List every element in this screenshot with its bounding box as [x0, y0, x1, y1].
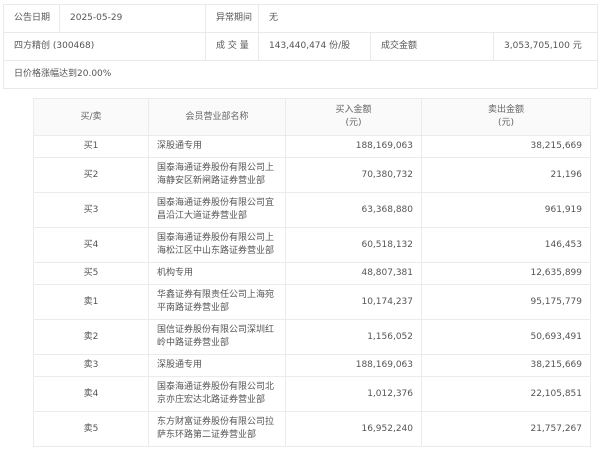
- branch-cell: 东方财富证券股份有限公司拉萨东环路第二证券营业部: [149, 412, 286, 447]
- header-buy-amount: 买入金额 (元): [286, 99, 422, 136]
- buy-amount-cell: 48,807,381: [286, 263, 422, 285]
- table-row: 买1 深股通专用 188,169,063 38,215,669: [34, 136, 591, 158]
- side-cell: 卖5: [34, 412, 149, 447]
- buy-amount-cell: 16,952,240: [286, 412, 422, 447]
- turnover-label: 成交金额: [371, 33, 494, 61]
- branch-cell: 国信证券股份有限公司深圳红岭中路证券营业部: [149, 320, 286, 355]
- stock-info-panel: 公告日期 2025-05-29 异常期间 无 四方精创 (300468) 成 交…: [3, 4, 597, 89]
- table-row: 买5 机构专用 48,807,381 12,635,899: [34, 263, 591, 285]
- table-row: 卖3 深股通专用 188,169,063 38,215,669: [34, 355, 591, 377]
- sell-amount-cell: 21,196: [422, 158, 591, 193]
- list-reason: 日价格涨幅达到20.00%: [4, 61, 598, 89]
- table-row: 卖2 国信证券股份有限公司深圳红岭中路证券营业部 1,156,052 50,69…: [34, 320, 591, 355]
- branch-cell: 国泰海通证券股份有限公司宜昌沿江大道证券营业部: [149, 193, 286, 228]
- buy-amount-cell: 188,169,063: [286, 136, 422, 158]
- volume-label: 成 交 量: [206, 33, 259, 61]
- table-row: 买2 国泰海通证券股份有限公司上海静安区新闸路证券营业部 70,380,732 …: [34, 158, 591, 193]
- side-cell: 卖4: [34, 377, 149, 412]
- info-row-date: 公告日期 2025-05-29 异常期间 无: [4, 5, 598, 33]
- side-cell: 买5: [34, 263, 149, 285]
- turnover-value: 3,053,705,100 元: [494, 33, 598, 61]
- buy-amount-cell: 1,156,052: [286, 320, 422, 355]
- side-cell: 卖2: [34, 320, 149, 355]
- side-cell: 买2: [34, 158, 149, 193]
- announce-date-value: 2025-05-29: [60, 5, 206, 33]
- sell-amount-cell: 95,175,779: [422, 285, 591, 320]
- info-table: 公告日期 2025-05-29 异常期间 无 四方精创 (300468) 成 交…: [3, 4, 598, 89]
- buy-amount-cell: 70,380,732: [286, 158, 422, 193]
- branch-cell: 国泰海通证券股份有限公司上海松江区中山东路证券营业部: [149, 228, 286, 263]
- table-row: 买3 国泰海通证券股份有限公司宜昌沿江大道证券营业部 63,368,880 96…: [34, 193, 591, 228]
- buy-amount-cell: 10,174,237: [286, 285, 422, 320]
- header-branch: 会员营业部名称: [149, 99, 286, 136]
- sell-amount-cell: 12,635,899: [422, 263, 591, 285]
- side-cell: 卖3: [34, 355, 149, 377]
- sell-amount-cell: 21,757,267: [422, 412, 591, 447]
- side-cell: 买1: [34, 136, 149, 158]
- buy-amount-cell: 1,012,376: [286, 377, 422, 412]
- buy-amount-cell: 63,368,880: [286, 193, 422, 228]
- sell-amount-cell: 961,919: [422, 193, 591, 228]
- branch-cell: 深股通专用: [149, 136, 286, 158]
- branch-cell: 国泰海通证券股份有限公司上海静安区新闸路证券营业部: [149, 158, 286, 193]
- table-row: 买4 国泰海通证券股份有限公司上海松江区中山东路证券营业部 60,518,132…: [34, 228, 591, 263]
- branch-cell: 深股通专用: [149, 355, 286, 377]
- sell-amount-cell: 50,693,491: [422, 320, 591, 355]
- announce-date-label: 公告日期: [4, 5, 60, 33]
- broker-rank-panel: 买/卖 会员营业部名称 买入金额 (元) 卖出金额 (元) 买1 深股通专用 1…: [33, 98, 600, 447]
- side-cell: 买4: [34, 228, 149, 263]
- sell-amount-cell: 38,215,669: [422, 355, 591, 377]
- table-row: 卖4 国泰海通证券股份有限公司北京亦庄宏达北路证券营业部 1,012,376 2…: [34, 377, 591, 412]
- volume-value: 143,440,474 份/股: [259, 33, 371, 61]
- broker-rank-table: 买/卖 会员营业部名称 买入金额 (元) 卖出金额 (元) 买1 深股通专用 1…: [33, 98, 591, 447]
- stock-name: 四方精创 (300468): [4, 33, 206, 61]
- sell-amount-cell: 146,453: [422, 228, 591, 263]
- table-header-row: 买/卖 会员营业部名称 买入金额 (元) 卖出金额 (元): [34, 99, 591, 136]
- side-cell: 买3: [34, 193, 149, 228]
- table-row: 卖5 东方财富证券股份有限公司拉萨东环路第二证券营业部 16,952,240 2…: [34, 412, 591, 447]
- info-row-volume: 四方精创 (300468) 成 交 量 143,440,474 份/股 成交金额…: [4, 33, 598, 61]
- info-row-reason: 日价格涨幅达到20.00%: [4, 61, 598, 89]
- side-cell: 卖1: [34, 285, 149, 320]
- sell-amount-cell: 38,215,669: [422, 136, 591, 158]
- abnormal-period-label: 异常期间: [206, 5, 259, 33]
- branch-cell: 机构专用: [149, 263, 286, 285]
- sell-amount-cell: 22,105,851: [422, 377, 591, 412]
- header-sell-amount: 卖出金额 (元): [422, 99, 591, 136]
- abnormal-period-value: 无: [259, 5, 598, 33]
- table-row: 卖1 华鑫证券有限责任公司上海宛平南路证券营业部 10,174,237 95,1…: [34, 285, 591, 320]
- branch-cell: 国泰海通证券股份有限公司北京亦庄宏达北路证券营业部: [149, 377, 286, 412]
- branch-cell: 华鑫证券有限责任公司上海宛平南路证券营业部: [149, 285, 286, 320]
- header-side: 买/卖: [34, 99, 149, 136]
- buy-amount-cell: 60,518,132: [286, 228, 422, 263]
- buy-amount-cell: 188,169,063: [286, 355, 422, 377]
